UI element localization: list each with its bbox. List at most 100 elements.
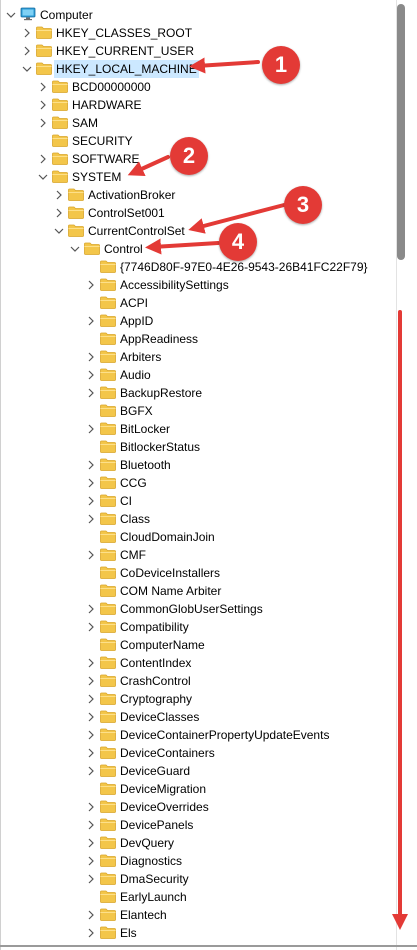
chevron-right-icon[interactable] bbox=[87, 312, 97, 330]
chevron-right-icon[interactable] bbox=[87, 870, 97, 888]
tree-node[interactable]: EarlyLaunch bbox=[0, 888, 395, 906]
chevron-right-icon[interactable] bbox=[87, 690, 97, 708]
annotation-badge-3: 3 bbox=[284, 186, 322, 224]
tree-node[interactable]: Control bbox=[0, 240, 395, 258]
tree-node[interactable]: DeviceMigration bbox=[0, 780, 395, 798]
chevron-right-icon[interactable] bbox=[87, 348, 97, 366]
tree-node[interactable]: ComputerName bbox=[0, 636, 395, 654]
chevron-right-icon[interactable] bbox=[23, 24, 33, 42]
chevron-right-icon[interactable] bbox=[87, 618, 97, 636]
tree-node[interactable]: BGFX bbox=[0, 402, 395, 420]
tree-node[interactable]: DevicePanels bbox=[0, 816, 395, 834]
tree-node[interactable]: BackupRestore bbox=[0, 384, 395, 402]
chevron-right-icon[interactable] bbox=[87, 384, 97, 402]
tree-node[interactable]: AccessibilitySettings bbox=[0, 276, 395, 294]
tree-node[interactable]: DeviceClasses bbox=[0, 708, 395, 726]
chevron-right-icon[interactable] bbox=[39, 114, 49, 132]
chevron-right-icon[interactable] bbox=[87, 816, 97, 834]
tree-node[interactable]: DevQuery bbox=[0, 834, 395, 852]
tree-node[interactable]: Audio bbox=[0, 366, 395, 384]
chevron-down-icon[interactable] bbox=[38, 168, 48, 186]
folder-icon bbox=[100, 476, 116, 489]
tree-node[interactable]: ControlSet001 bbox=[0, 204, 395, 222]
tree-node[interactable]: CrashControl bbox=[0, 672, 395, 690]
tree-node[interactable]: Bluetooth bbox=[0, 456, 395, 474]
tree-node[interactable]: Cryptography bbox=[0, 690, 395, 708]
tree-node[interactable]: AppID bbox=[0, 312, 395, 330]
tree-node[interactable]: HKEY_CURRENT_USER bbox=[0, 42, 395, 60]
tree-node[interactable]: BCD00000000 bbox=[0, 78, 395, 96]
chevron-right-icon[interactable] bbox=[87, 708, 97, 726]
tree-node[interactable]: HKEY_LOCAL_MACHINE bbox=[0, 60, 395, 78]
tree-node[interactable]: CI bbox=[0, 492, 395, 510]
tree-node[interactable]: ContentIndex bbox=[0, 654, 395, 672]
chevron-right-icon[interactable] bbox=[87, 726, 97, 744]
folder-icon bbox=[100, 656, 116, 669]
tree-node[interactable]: BitLocker bbox=[0, 420, 395, 438]
chevron-right-icon[interactable] bbox=[87, 600, 97, 618]
chevron-right-icon[interactable] bbox=[55, 204, 65, 222]
tree-node[interactable]: CloudDomainJoin bbox=[0, 528, 395, 546]
folder-icon bbox=[100, 584, 116, 597]
tree-node[interactable]: SAM bbox=[0, 114, 395, 132]
chevron-down-icon[interactable] bbox=[54, 222, 64, 240]
tree-node[interactable]: Elantech bbox=[0, 906, 395, 924]
chevron-right-icon[interactable] bbox=[87, 276, 97, 294]
chevron-right-icon[interactable] bbox=[87, 510, 97, 528]
chevron-right-icon[interactable] bbox=[87, 762, 97, 780]
chevron-right-icon[interactable] bbox=[87, 834, 97, 852]
tree-node[interactable]: DeviceOverrides bbox=[0, 798, 395, 816]
chevron-right-icon[interactable] bbox=[39, 78, 49, 96]
tree-node[interactable]: COM Name Arbiter bbox=[0, 582, 395, 600]
tree-node[interactable]: DeviceContainerPropertyUpdateEvents bbox=[0, 726, 395, 744]
chevron-right-icon[interactable] bbox=[87, 798, 97, 816]
tree-node[interactable]: ACPI bbox=[0, 294, 395, 312]
tree-node[interactable]: CommonGlobUserSettings bbox=[0, 600, 395, 618]
chevron-down-icon[interactable] bbox=[70, 240, 80, 258]
chevron-right-icon[interactable] bbox=[87, 420, 97, 438]
tree-node-label: Cryptography bbox=[120, 692, 193, 706]
chevron-right-icon[interactable] bbox=[87, 546, 97, 564]
tree-node[interactable]: HARDWARE bbox=[0, 96, 395, 114]
chevron-right-icon[interactable] bbox=[39, 96, 49, 114]
chevron-right-icon[interactable] bbox=[87, 654, 97, 672]
tree-node[interactable]: Diagnostics bbox=[0, 852, 395, 870]
tree-node[interactable]: DeviceContainers bbox=[0, 744, 395, 762]
tree-node[interactable]: Arbiters bbox=[0, 348, 395, 366]
chevron-right-icon[interactable] bbox=[87, 366, 97, 384]
horizontal-scrollbar[interactable] bbox=[0, 945, 417, 947]
chevron-right-icon[interactable] bbox=[23, 42, 33, 60]
folder-icon bbox=[100, 296, 116, 309]
tree-node[interactable]: Compatibility bbox=[0, 618, 395, 636]
tree-node[interactable]: DmaSecurity bbox=[0, 870, 395, 888]
tree-node[interactable]: AppReadiness bbox=[0, 330, 395, 348]
tree-node[interactable]: CurrentControlSet bbox=[0, 222, 395, 240]
chevron-right-icon[interactable] bbox=[87, 852, 97, 870]
chevron-right-icon[interactable] bbox=[87, 492, 97, 510]
tree-node[interactable]: {7746D80F-97E0-4E26-9543-26B41FC22F79} bbox=[0, 258, 395, 276]
tree-node[interactable]: DeviceGuard bbox=[0, 762, 395, 780]
tree-node[interactable]: Els bbox=[0, 924, 395, 942]
tree-node[interactable]: CCG bbox=[0, 474, 395, 492]
tree-node[interactable]: CoDeviceInstallers bbox=[0, 564, 395, 582]
chevron-right-icon[interactable] bbox=[87, 924, 97, 942]
chevron-right-icon[interactable] bbox=[55, 186, 65, 204]
chevron-down-icon[interactable] bbox=[22, 60, 32, 78]
scroll-thumb[interactable] bbox=[397, 4, 405, 260]
tree-node-computer[interactable]: Computer bbox=[0, 6, 395, 24]
tree-node[interactable]: ActivationBroker bbox=[0, 186, 395, 204]
folder-icon bbox=[100, 260, 116, 273]
chevron-right-icon[interactable] bbox=[87, 672, 97, 690]
chevron-right-icon[interactable] bbox=[87, 744, 97, 762]
chevron-right-icon[interactable] bbox=[87, 474, 97, 492]
tree-node[interactable]: HKEY_CLASSES_ROOT bbox=[0, 24, 395, 42]
tree-node[interactable]: CMF bbox=[0, 546, 395, 564]
tree-node-label: CoDeviceInstallers bbox=[120, 566, 221, 580]
chevron-right-icon[interactable] bbox=[87, 906, 97, 924]
chevron-right-icon[interactable] bbox=[39, 150, 49, 168]
tree-node[interactable]: BitlockerStatus bbox=[0, 438, 395, 456]
tree-node[interactable]: Class bbox=[0, 510, 395, 528]
tree-node-label: Bluetooth bbox=[120, 458, 171, 472]
chevron-right-icon[interactable] bbox=[87, 456, 97, 474]
chevron-down-icon[interactable] bbox=[6, 6, 16, 24]
